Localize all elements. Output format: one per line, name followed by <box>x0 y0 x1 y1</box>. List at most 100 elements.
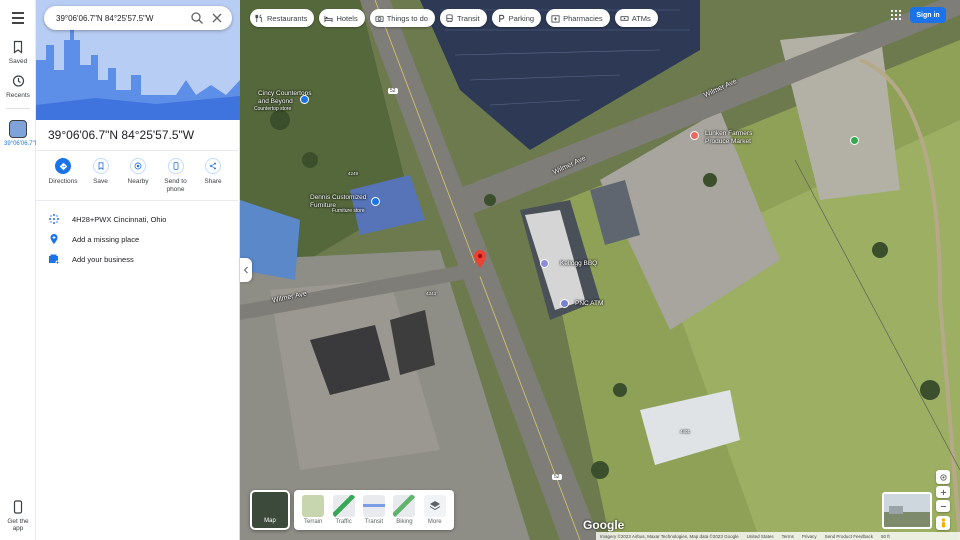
poi-label-dennis[interactable]: Dennis Customized Furniture <box>310 194 366 209</box>
chip-parking[interactable]: Parking <box>491 9 542 27</box>
parking-icon <box>498 14 504 22</box>
nearby-button[interactable]: Nearby <box>121 158 155 193</box>
add-business-row[interactable]: Add your business <box>48 253 134 265</box>
poi-label-kellogg[interactable]: Kellogg BBQ <box>560 260 597 268</box>
share-button[interactable]: Share <box>196 158 230 193</box>
plus-code-row[interactable]: 4H28+PWX Cincinnati, Ohio <box>48 213 166 225</box>
history-icon <box>12 75 25 87</box>
search-icon[interactable] <box>190 11 204 25</box>
my-location-icon <box>939 473 947 481</box>
privacy-link[interactable]: Privacy <box>802 534 817 539</box>
address-number: 4249 <box>348 171 359 176</box>
google-logo: Google <box>583 518 625 532</box>
sign-in-button[interactable]: Sign in <box>910 7 946 23</box>
atm-pin-icon[interactable] <box>560 299 569 308</box>
traffic-icon <box>332 495 355 517</box>
directions-button[interactable]: Directions <box>46 158 80 193</box>
send-to-phone-button[interactable]: Send to phone <box>159 158 193 193</box>
layer-biking[interactable]: Biking <box>391 495 417 525</box>
layer-traffic[interactable]: Traffic <box>331 495 357 525</box>
place-panel: 39°06'06.7"N 84°25'57.5"W Directions Sav… <box>36 0 240 540</box>
bookmark-icon <box>13 40 23 54</box>
add-missing-place-text: Add a missing place <box>72 234 140 244</box>
chip-label: ATMs <box>631 13 651 23</box>
close-icon[interactable] <box>210 11 224 25</box>
share-label: Share <box>204 178 222 185</box>
layer-label: Biking <box>396 519 413 525</box>
directions-label: Directions <box>48 178 78 185</box>
shopping-pin-icon[interactable] <box>300 95 309 104</box>
plus-code-text: 4H28+PWX Cincinnati, Ohio <box>72 214 167 224</box>
chip-restaurants[interactable]: Restaurants <box>250 9 315 27</box>
category-chips: Restaurants Hotels Things to do Transit … <box>250 9 658 27</box>
plus-code-icon <box>49 214 59 224</box>
chip-label: Restaurants <box>267 13 308 23</box>
divider <box>36 200 240 201</box>
minus-icon <box>940 505 946 507</box>
chip-pharmacies[interactable]: Pharmacies <box>546 9 610 27</box>
satellite-map[interactable]: Restaurants Hotels Things to do Transit … <box>240 0 960 540</box>
collapse-panel-button[interactable] <box>240 258 252 282</box>
add-business-text: Add your business <box>72 254 134 264</box>
left-rail: Saved Recents 39°06'06.7"N Get the app <box>0 0 39 540</box>
location-pin-icon[interactable] <box>474 250 486 268</box>
layers-label: Map <box>264 518 276 524</box>
directions-icon <box>59 162 67 170</box>
nearby-icon <box>134 162 142 170</box>
place-title: 39°06'06.7"N 84°25'57.5"W <box>48 128 195 142</box>
get-app-button[interactable]: Get the app <box>0 500 36 532</box>
country-link[interactable]: United States <box>747 534 774 539</box>
poi-label-pnc[interactable]: PNC ATM <box>575 300 603 308</box>
transit-icon <box>362 495 385 517</box>
layer-label: Traffic <box>335 519 352 525</box>
park-pin-icon[interactable] <box>850 136 859 145</box>
nearby-label: Nearby <box>127 178 149 185</box>
save-button[interactable]: Save <box>84 158 118 193</box>
layers-toggle[interactable]: Map <box>250 490 290 530</box>
feedback-link[interactable]: Send Product Feedback <box>825 534 873 539</box>
apps-grid-icon[interactable] <box>890 9 902 21</box>
chip-atms[interactable]: ATMs <box>614 9 658 27</box>
pegman-icon <box>941 518 945 528</box>
layer-label: Transit <box>364 519 384 525</box>
scale-bar[interactable]: 50 ft <box>881 534 890 539</box>
poi-label-lunken[interactable]: Lunken Farmers Produce Market <box>705 130 752 145</box>
transit-icon <box>446 13 453 22</box>
chip-label: Hotels <box>336 13 358 23</box>
terms-link[interactable]: Terms <box>782 534 794 539</box>
recents-button[interactable]: Recents <box>0 74 36 99</box>
search-input[interactable] <box>56 13 184 23</box>
pharmacy-icon <box>551 14 560 23</box>
shopping-pin-icon[interactable] <box>371 197 380 206</box>
street-view-preview[interactable] <box>882 492 932 529</box>
chip-things-to-do[interactable]: Things to do <box>369 9 435 27</box>
address-number: 4343 <box>426 291 437 296</box>
bookmark-icon <box>98 162 103 170</box>
layer-terrain[interactable]: Terrain <box>300 495 326 525</box>
chevron-left-icon <box>243 266 248 274</box>
street-view-image <box>884 494 930 527</box>
layers-icon <box>423 495 446 517</box>
add-place-icon <box>50 234 58 244</box>
layer-more[interactable]: More <box>422 495 448 525</box>
recent-place-item[interactable]: 39°06'06.7"N <box>4 120 39 148</box>
restaurant-pin-icon[interactable] <box>540 259 549 268</box>
satellite-imagery <box>240 0 960 540</box>
menu-button[interactable] <box>8 8 28 28</box>
atm-icon <box>620 15 629 21</box>
saved-button[interactable]: Saved <box>0 40 36 65</box>
grocery-pin-icon[interactable] <box>690 131 699 140</box>
my-location-button[interactable] <box>936 470 950 484</box>
layer-transit[interactable]: Transit <box>361 495 387 525</box>
chip-transit[interactable]: Transit <box>439 9 487 27</box>
chip-hotels[interactable]: Hotels <box>319 9 365 27</box>
add-missing-place-row[interactable]: Add a missing place <box>48 233 139 245</box>
chip-label: Pharmacies <box>563 13 603 23</box>
zoom-in-button[interactable] <box>936 486 950 498</box>
action-buttons: Directions Save Nearby Send to phone Sha… <box>46 158 230 193</box>
zoom-out-button[interactable] <box>936 500 950 512</box>
pegman-button[interactable] <box>936 516 950 530</box>
rail-divider <box>6 108 30 109</box>
phone-icon <box>173 162 178 170</box>
search-box[interactable] <box>44 6 232 30</box>
